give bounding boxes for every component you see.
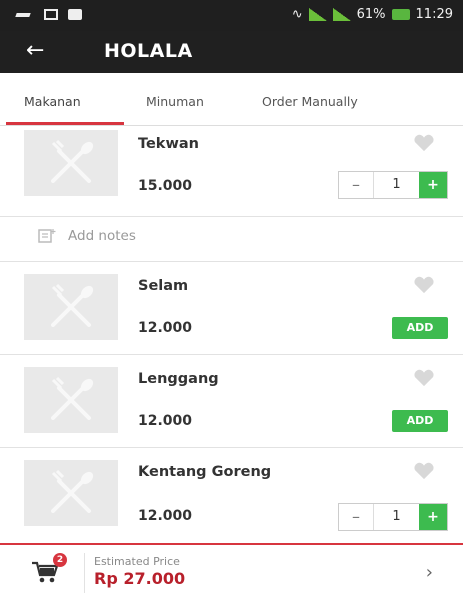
quantity-stepper: – 1 + bbox=[338, 171, 448, 199]
add-notes-button[interactable]: Add notes bbox=[38, 228, 136, 244]
signal-icon-2 bbox=[332, 8, 351, 21]
status-bar: ∿ 61% 11:29 bbox=[0, 0, 463, 31]
message-icon bbox=[68, 8, 82, 20]
increase-button[interactable]: + bbox=[419, 504, 447, 530]
note-icon bbox=[38, 229, 56, 243]
tab-minuman[interactable]: Minuman bbox=[146, 94, 204, 109]
increase-button[interactable]: + bbox=[419, 172, 447, 198]
utensils-icon bbox=[51, 139, 94, 183]
food-thumbnail bbox=[24, 367, 118, 433]
food-thumbnail bbox=[24, 274, 118, 340]
item-name: Kentang Goreng bbox=[138, 464, 272, 480]
item-price: 12.000 bbox=[138, 320, 193, 336]
back-arrow-icon[interactable]: ← bbox=[26, 39, 44, 63]
list-item-kentang-goreng: Kentang Goreng 12.000 – 1 + bbox=[0, 448, 463, 540]
add-button[interactable]: ADD bbox=[392, 317, 448, 339]
active-tab-indicator bbox=[6, 122, 124, 125]
list-item-lenggang: Lenggang 12.000 ADD bbox=[0, 355, 463, 447]
tab-order-manually[interactable]: Order Manually bbox=[262, 94, 358, 109]
cart-count-badge: 2 bbox=[53, 553, 67, 567]
battery-icon bbox=[391, 9, 410, 20]
divider bbox=[0, 216, 463, 217]
signal-icon bbox=[308, 8, 327, 21]
quantity-stepper: – 1 + bbox=[338, 503, 448, 531]
food-thumbnail bbox=[24, 460, 118, 526]
item-name: Tekwan bbox=[138, 136, 199, 152]
utensils-icon bbox=[51, 469, 94, 513]
item-name: Lenggang bbox=[138, 371, 219, 387]
favorite-heart-icon[interactable] bbox=[413, 134, 435, 152]
item-price: 15.000 bbox=[138, 178, 193, 194]
decrease-button[interactable]: – bbox=[339, 172, 374, 198]
tab-makanan[interactable]: Makanan bbox=[24, 94, 81, 109]
item-price: 12.000 bbox=[138, 413, 193, 429]
favorite-heart-icon[interactable] bbox=[413, 276, 435, 294]
estimated-price-value: Rp 27.000 bbox=[94, 569, 186, 588]
favorite-heart-icon[interactable] bbox=[413, 462, 435, 480]
status-icons-left bbox=[16, 8, 82, 20]
add-notes-label: Add notes bbox=[68, 228, 136, 244]
page-title: HOLALA bbox=[104, 40, 193, 62]
food-thumbnail bbox=[24, 130, 118, 196]
battery-percent: 61% bbox=[356, 7, 386, 22]
clock: 11:29 bbox=[415, 7, 453, 22]
app-bar: ← HOLALA bbox=[0, 31, 463, 73]
divider bbox=[84, 553, 85, 593]
cart-summary-bar[interactable]: 2 Estimated Price Rp 27.000 › bbox=[0, 543, 463, 601]
estimated-price-label: Estimated Price bbox=[94, 555, 180, 568]
item-name: Selam bbox=[138, 278, 189, 294]
notification-icon bbox=[16, 8, 34, 20]
favorite-heart-icon[interactable] bbox=[413, 369, 435, 387]
quantity-value: 1 bbox=[392, 177, 401, 192]
list-item-selam: Selam 12.000 ADD bbox=[0, 262, 463, 354]
utensils-icon bbox=[51, 376, 94, 420]
category-tabs: Makanan Minuman Order Manually bbox=[0, 73, 463, 126]
chevron-right-icon[interactable]: › bbox=[426, 562, 433, 583]
item-price: 12.000 bbox=[138, 508, 193, 524]
quantity-value: 1 bbox=[392, 509, 401, 524]
add-button[interactable]: ADD bbox=[392, 410, 448, 432]
utensils-icon bbox=[51, 283, 94, 327]
decrease-button[interactable]: – bbox=[339, 504, 374, 530]
screen-icon bbox=[44, 8, 58, 20]
status-icons-right: ∿ 61% 11:29 bbox=[292, 7, 453, 22]
wifi-icon: ∿ bbox=[291, 7, 303, 22]
list-item-tekwan: Tekwan 15.000 – 1 + bbox=[0, 126, 463, 221]
